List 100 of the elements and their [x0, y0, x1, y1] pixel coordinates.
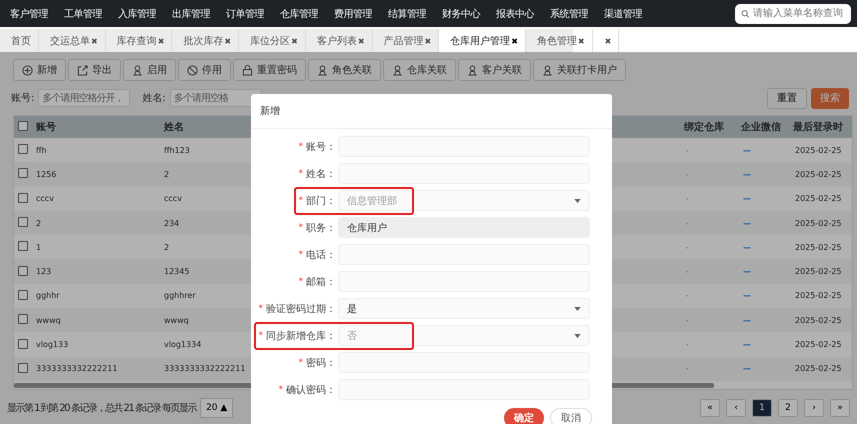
nav-menu-item[interactable]: 费用管理 [334, 6, 372, 20]
table-cell-text: 2025-02-25 [794, 146, 842, 155]
table-cell-text: — [742, 316, 752, 325]
field-label: 账号： [306, 140, 336, 154]
lock-icon [242, 64, 253, 76]
close-icon[interactable]: ✖ [158, 36, 164, 46]
pagination-button[interactable]: 1 [752, 398, 772, 417]
field-label: 电话： [306, 248, 336, 262]
table-cell-text: 2025-02-25 [794, 242, 842, 252]
checkbox[interactable] [18, 290, 28, 300]
cancel-button[interactable]: 取消 [550, 408, 592, 424]
page-tab[interactable]: 库位分区 [250, 34, 290, 48]
table-cell-text: 1 [35, 242, 42, 252]
checkbox[interactable] [18, 168, 28, 178]
table-cell-text: - [685, 194, 690, 204]
pagination-button[interactable]: ‹ [726, 398, 746, 417]
table-cell-text: 2025-02-25 [794, 340, 842, 350]
nav-menu-item[interactable]: 出库管理 [172, 6, 210, 20]
checkbox[interactable] [18, 314, 28, 324]
close-icon[interactable]: ✖ [511, 36, 518, 46]
menu-search-field[interactable]: 请输入菜单名称查询 [735, 4, 851, 24]
toolbar-button[interactable]: 新增 [13, 59, 66, 81]
filter-label: 账号: [11, 92, 34, 105]
checkbox[interactable] [18, 241, 28, 252]
toolbar-button[interactable]: 停用 [178, 59, 231, 81]
field-label: 邮箱： [306, 276, 336, 288]
nav-menu-item[interactable]: 仓库管理 [280, 6, 318, 20]
table-cell-text: 2 [163, 242, 170, 252]
table-cell-text: 1256 [35, 170, 58, 179]
checkbox[interactable] [18, 266, 28, 276]
table-cell-text: - [685, 316, 690, 325]
table-cell-text: ffh123 [163, 146, 191, 155]
required-mark: * [298, 168, 303, 178]
required-mark: * [258, 330, 263, 340]
table-cell-text: — [742, 340, 752, 350]
filter-input[interactable]: 多个请用空格分开， [38, 89, 130, 107]
nav-menu-item[interactable]: 结算管理 [388, 6, 426, 20]
close-icon[interactable]: ✖ [424, 36, 432, 46]
table-cell-text: 3333333332222211 [35, 364, 118, 374]
toolbar-button[interactable]: 角色关联 [308, 59, 381, 81]
close-icon[interactable]: ✖ [578, 36, 585, 46]
reset-button[interactable]: 重置 [767, 88, 807, 108]
pagination-button[interactable]: » [830, 398, 850, 417]
nav-menu-item[interactable]: 渠道管理 [604, 6, 642, 20]
select-field[interactable]: 是 [338, 298, 590, 319]
table-cell-text: — [742, 291, 752, 300]
toolbar-button[interactable]: 客户关联 [458, 59, 531, 81]
page-size-select[interactable]: 20 ▲ [200, 398, 234, 418]
table-cell-text: wwwq [35, 316, 62, 325]
page-tab[interactable]: 批次库存 [183, 34, 224, 48]
required-mark: * [298, 276, 303, 286]
search-icon [741, 8, 750, 18]
page-tab[interactable]: 首页 [11, 34, 31, 48]
required-mark: * [258, 304, 263, 314]
filter-input[interactable]: 多个请用空格 [170, 89, 262, 107]
nav-menu-item[interactable]: 订单管理 [226, 6, 264, 20]
page-tab[interactable]: 仓库用户管理 [450, 34, 510, 48]
checkbox[interactable] [18, 192, 28, 203]
table-cell-text: — [742, 267, 752, 276]
table-cell-text: vlog1334 [163, 340, 202, 350]
table-cell-text: cccv [163, 194, 183, 204]
toolbar-button[interactable]: 仓库关联 [383, 59, 456, 81]
page-tab[interactable]: 交运总单 [50, 34, 90, 48]
checkbox[interactable] [18, 338, 28, 349]
page-tab[interactable]: 库存查询 [116, 34, 157, 48]
checkbox[interactable] [18, 217, 28, 228]
nav-menu-item[interactable]: 工单管理 [64, 6, 102, 20]
page-tab[interactable]: 角色管理 [536, 34, 577, 48]
table-cell-text: 234 [163, 218, 180, 228]
pagination-button[interactable]: 2 [778, 398, 798, 417]
toolbar-button[interactable]: 导出 [68, 59, 121, 81]
page-tab[interactable]: 客户列表 [316, 34, 357, 48]
required-mark: * [298, 196, 303, 206]
plus-circle-icon [22, 64, 33, 76]
page-tab[interactable]: 产品管理 [384, 34, 424, 48]
close-icon[interactable]: ✖ [224, 36, 232, 46]
close-icon[interactable]: ✖ [91, 36, 98, 46]
nav-menu-item[interactable]: 系统管理 [550, 6, 588, 20]
table-cell-text: - [685, 291, 690, 300]
nav-menu-item[interactable]: 报表中心 [496, 6, 534, 20]
checkbox[interactable] [18, 120, 28, 130]
close-icon[interactable]: ✖ [604, 36, 612, 46]
pagination-button[interactable]: « [700, 398, 720, 417]
table-cell-text: 12345 [163, 267, 190, 276]
checkbox[interactable] [18, 362, 28, 373]
nav-menu-item[interactable]: 客户管理 [10, 6, 48, 20]
close-icon[interactable]: ✖ [291, 36, 298, 46]
toolbar-button[interactable]: 启用 [123, 59, 176, 81]
nav-menu-item[interactable]: 入库管理 [118, 6, 156, 20]
close-icon[interactable]: ✖ [358, 36, 365, 46]
nav-menu-item[interactable]: 财务中心 [442, 6, 480, 20]
checkbox[interactable] [18, 144, 28, 154]
table-cell-text: — [742, 170, 752, 179]
toolbar-button[interactable]: 关联打卡用户 [533, 59, 626, 81]
toolbar-button[interactable]: 重置密码 [233, 59, 306, 81]
table-cell-text: ffh [35, 146, 48, 155]
pagination-button[interactable]: › [804, 398, 824, 417]
table-cell-text: 2025-02-25 [794, 267, 842, 276]
table-cell-text: - [685, 364, 690, 374]
confirm-button[interactable]: 确定 [504, 408, 544, 424]
